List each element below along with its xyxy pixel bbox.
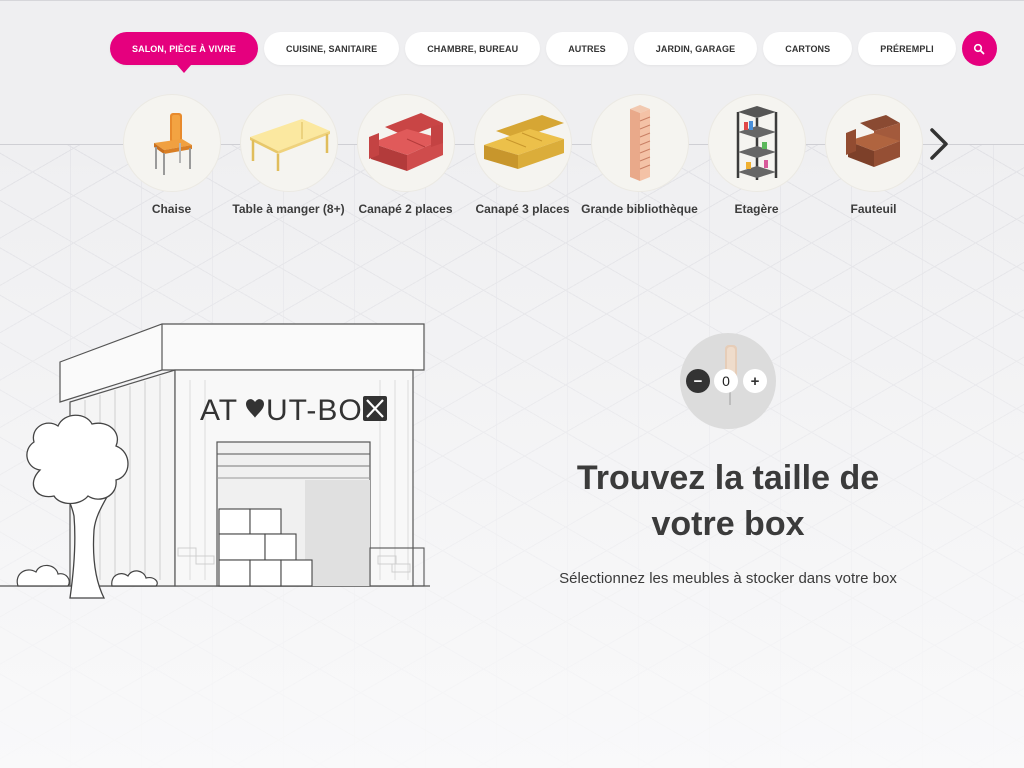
dining-table-icon xyxy=(249,119,330,171)
furniture-item-fauteuil[interactable]: Fauteuil xyxy=(815,95,932,216)
svg-text:AT: AT xyxy=(200,394,238,427)
furniture-thumb[interactable] xyxy=(825,95,922,191)
furniture-item-canape-2[interactable]: Canapé 2 places xyxy=(347,95,464,216)
search-button[interactable] xyxy=(961,31,997,66)
furniture-label: Etagère xyxy=(734,202,779,216)
furniture-item-canape-3[interactable]: Canapé 3 places xyxy=(464,95,581,216)
warehouse-illustration: AT UT-BO xyxy=(0,323,430,599)
furniture-label: Chaise xyxy=(151,202,192,216)
carousel-next-icon[interactable] xyxy=(924,124,952,164)
furniture-thumb[interactable] xyxy=(123,95,220,191)
furniture-carousel: Chaise Table à manger (8+) Canapé 2 plac… xyxy=(113,95,932,216)
shelf-icon xyxy=(736,106,777,180)
svg-text:UT-BO: UT-BO xyxy=(266,394,363,427)
furniture-item-chaise[interactable]: Chaise xyxy=(113,95,230,216)
furniture-thumb[interactable] xyxy=(357,95,454,191)
furniture-thumb[interactable] xyxy=(708,95,805,191)
furniture-item-bibliotheque[interactable]: Grande bibliothèque xyxy=(581,95,698,216)
page-subtitle: Sélectionnez les meubles à stocker dans … xyxy=(559,570,897,587)
tab-salon[interactable]: SALON, PIÈCE À VIVRE xyxy=(110,32,259,73)
furniture-item-etagere[interactable]: Etagère xyxy=(698,95,815,216)
armchair-icon xyxy=(845,115,900,167)
furniture-thumb[interactable] xyxy=(591,95,688,191)
furniture-thumb[interactable] xyxy=(240,95,337,191)
sofa-3-icon xyxy=(483,115,564,169)
quantity-value: 0 xyxy=(714,369,738,393)
category-tabs: SALON, PIÈCE À VIVRE CUISINE, SANITAIRE … xyxy=(110,31,997,73)
bookcase-icon xyxy=(629,105,650,181)
increment-button[interactable]: + xyxy=(743,369,767,393)
furniture-item-table[interactable]: Table à manger (8+) xyxy=(230,95,347,216)
furniture-label: Canapé 3 places xyxy=(475,202,570,216)
furniture-label: Fauteuil xyxy=(850,202,897,216)
furniture-label: Canapé 2 places xyxy=(358,202,453,216)
headline-line-2: votre box xyxy=(651,505,805,543)
page-headline: Trouvez la taille de votre box xyxy=(520,455,936,547)
headline-line-1: Trouvez la taille de xyxy=(576,459,880,497)
tab-cuisine[interactable]: CUISINE, SANITAIRE xyxy=(264,32,400,65)
tab-autres[interactable]: AUTRES xyxy=(546,32,628,65)
search-icon xyxy=(974,43,985,54)
furniture-label: Grande bibliothèque xyxy=(581,202,698,216)
furniture-thumb[interactable] xyxy=(474,95,571,191)
tab-cartons[interactable]: CARTONS xyxy=(763,32,853,65)
tab-jardin[interactable]: JARDIN, GARAGE xyxy=(633,32,758,65)
decrement-button[interactable]: − xyxy=(686,369,710,393)
chair-icon xyxy=(153,113,192,175)
tab-prerempli[interactable]: PRÉREMPLI xyxy=(858,32,956,65)
sofa-2-icon xyxy=(368,113,443,171)
tab-chambre[interactable]: CHAMBRE, BUREAU xyxy=(405,32,541,65)
window-top-border xyxy=(0,0,1024,1)
furniture-label: Table à manger (8+) xyxy=(232,202,345,216)
